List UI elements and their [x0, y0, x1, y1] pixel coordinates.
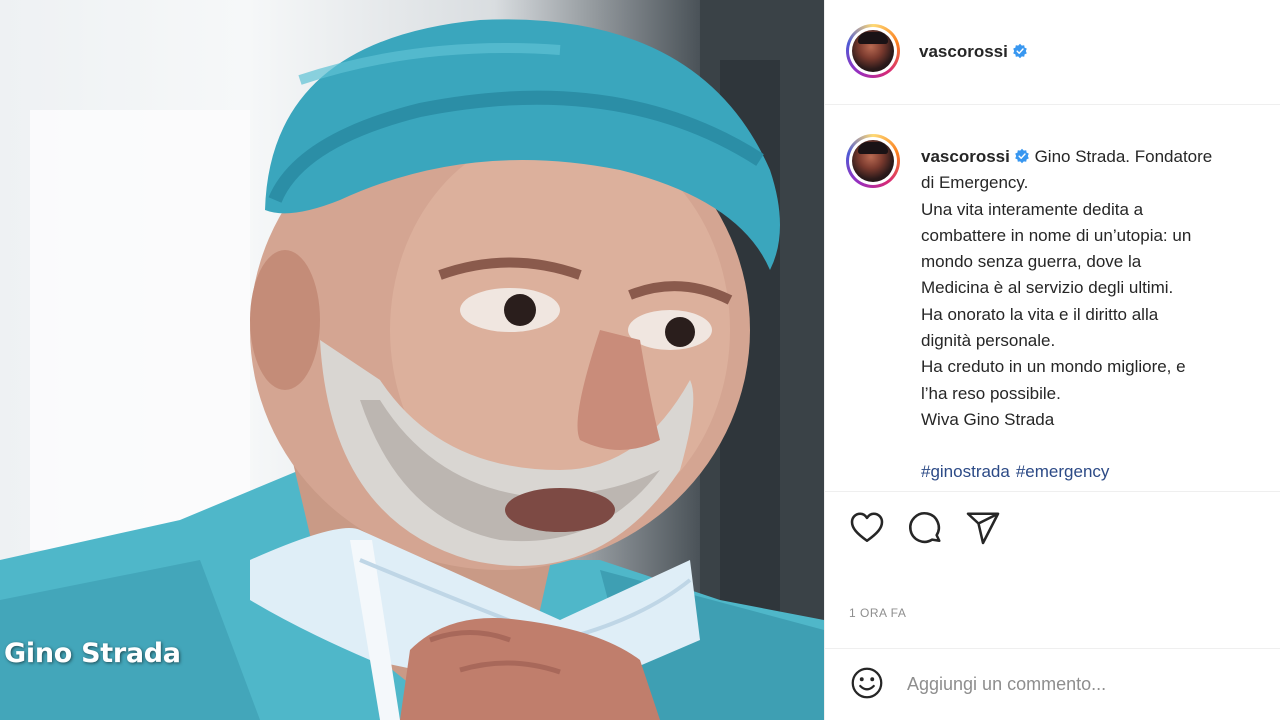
caption-line: di Emergency. [921, 173, 1029, 193]
caption-text: vascorossi Gino Strada. Fondatore di Eme… [921, 144, 1261, 486]
share-button[interactable] [963, 508, 1003, 548]
send-icon [966, 512, 1000, 545]
caption-line: mondo senza guerra, dove la [921, 252, 1142, 272]
verified-badge-icon [1013, 43, 1027, 59]
post-side-panel: vascorossi vascorossi Gino Strada. Fonda… [824, 0, 1280, 720]
comment-button[interactable] [905, 508, 945, 548]
caption-line: Gino Strada. Fondatore [1034, 147, 1213, 166]
comment-bar [825, 648, 1280, 720]
emoji-icon[interactable] [849, 665, 885, 701]
post-photo-illustration [0, 0, 824, 720]
post-timestamp[interactable]: 1 ORA FA [849, 606, 906, 620]
header-username[interactable]: vascorossi [919, 42, 1028, 62]
caption-line: Ha creduto in un mondo migliore, e [921, 357, 1186, 377]
caption-username[interactable]: vascorossi [921, 147, 1010, 166]
caption-line: Medicina è al servizio degli ultimi. [921, 278, 1174, 298]
caption-avatar[interactable] [846, 134, 900, 188]
hashtag-link[interactable]: #emergency [1016, 462, 1110, 481]
comment-input[interactable] [907, 669, 1247, 699]
post-header: vascorossi [825, 0, 1280, 105]
avatar-image [852, 30, 894, 72]
caption-line: l’ha reso possibile. [921, 383, 1061, 403]
action-bar [847, 508, 1003, 548]
hashtag-list: #ginostrada #emergency [921, 459, 1261, 485]
post-image[interactable]: Gino Strada [0, 0, 824, 720]
caption-line: Una vita interamente dedita a [921, 199, 1144, 219]
like-button[interactable] [847, 508, 887, 548]
caption-section: vascorossi Gino Strada. Fondatore di Eme… [825, 106, 1280, 492]
hashtag-link[interactable]: #ginostrada [921, 462, 1010, 481]
avatar[interactable] [846, 24, 900, 78]
avatar-image [852, 140, 894, 182]
caption-line: Ha onorato la vita e il diritto alla [921, 304, 1159, 324]
image-watermark: Gino Strada [4, 638, 181, 669]
caption-line: combattere in nome di un’utopia: un [921, 225, 1192, 245]
verified-badge-icon [1015, 148, 1029, 164]
heart-icon [850, 512, 884, 543]
comment-icon [909, 512, 941, 544]
caption-line: dignità personale. [921, 331, 1056, 351]
caption-line: Wiva Gino Strada [921, 409, 1055, 429]
